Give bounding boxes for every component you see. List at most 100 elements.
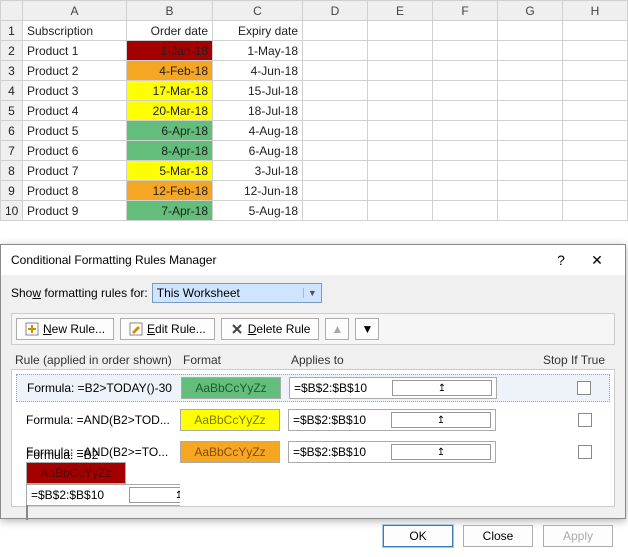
cell[interactable]: [498, 141, 563, 161]
col-header-F[interactable]: F: [433, 1, 498, 21]
new-rule-button[interactable]: New Rule...: [16, 318, 114, 340]
cell[interactable]: [303, 81, 368, 101]
col-header-G[interactable]: G: [498, 1, 563, 21]
corner-cell[interactable]: [1, 1, 23, 21]
cell[interactable]: [433, 21, 498, 41]
row-header[interactable]: 9: [1, 181, 23, 201]
applies-to-input[interactable]: =$B$2:$B$10↥: [26, 484, 180, 506]
cell[interactable]: [433, 81, 498, 101]
cell[interactable]: 12-Feb-18: [127, 181, 213, 201]
cell[interactable]: [563, 121, 628, 141]
spreadsheet-grid[interactable]: A B C D E F G H 1 Subscription Order dat…: [0, 0, 628, 221]
cell[interactable]: [433, 41, 498, 61]
cell[interactable]: [498, 61, 563, 81]
cell[interactable]: [563, 101, 628, 121]
cell[interactable]: [303, 61, 368, 81]
cell[interactable]: [563, 141, 628, 161]
cell[interactable]: 1-May-18: [213, 41, 303, 61]
cell[interactable]: Product 7: [23, 161, 127, 181]
cell[interactable]: [433, 61, 498, 81]
col-header-A[interactable]: A: [23, 1, 127, 21]
cell[interactable]: 1-Jan-18: [127, 41, 213, 61]
cell[interactable]: 3-Jul-18: [213, 161, 303, 181]
applies-to-input[interactable]: =$B$2:$B$10↥: [289, 377, 497, 399]
cell[interactable]: [303, 161, 368, 181]
row-header[interactable]: 5: [1, 101, 23, 121]
cell[interactable]: [498, 41, 563, 61]
rule-row[interactable]: Formula: =B2AaBbCcYyZz=$B$2:$B$10↥: [16, 470, 610, 498]
cell[interactable]: 6-Aug-18: [213, 141, 303, 161]
cell[interactable]: [368, 181, 433, 201]
col-header-B[interactable]: B: [127, 1, 213, 21]
cell[interactable]: [368, 101, 433, 121]
stop-if-true-checkbox[interactable]: [578, 413, 592, 427]
close-button[interactable]: ✕: [579, 252, 615, 269]
cell[interactable]: [303, 21, 368, 41]
cell[interactable]: [303, 141, 368, 161]
row-header[interactable]: 3: [1, 61, 23, 81]
range-picker-icon[interactable]: ↥: [391, 412, 491, 428]
cell[interactable]: [368, 21, 433, 41]
cell[interactable]: Product 4: [23, 101, 127, 121]
cell[interactable]: [498, 81, 563, 101]
row-header[interactable]: 10: [1, 201, 23, 221]
cell[interactable]: [563, 181, 628, 201]
applies-to-input[interactable]: =$B$2:$B$10↥: [288, 409, 496, 431]
cell[interactable]: Product 2: [23, 61, 127, 81]
cell[interactable]: Product 8: [23, 181, 127, 201]
cell[interactable]: 15-Jul-18: [213, 81, 303, 101]
cell[interactable]: [498, 181, 563, 201]
cell[interactable]: [303, 181, 368, 201]
cell[interactable]: [433, 121, 498, 141]
help-button[interactable]: ?: [543, 252, 579, 268]
cell[interactable]: Expiry date: [213, 21, 303, 41]
edit-rule-button[interactable]: Edit Rule...: [120, 318, 215, 340]
cell[interactable]: Product 9: [23, 201, 127, 221]
cell[interactable]: Product 1: [23, 41, 127, 61]
range-picker-icon[interactable]: ↥: [129, 487, 180, 503]
cell[interactable]: [368, 41, 433, 61]
cell[interactable]: 4-Jun-18: [213, 61, 303, 81]
cell[interactable]: [368, 161, 433, 181]
cell[interactable]: [303, 121, 368, 141]
row-header[interactable]: 6: [1, 121, 23, 141]
cell[interactable]: [498, 121, 563, 141]
col-header-H[interactable]: H: [563, 1, 628, 21]
apply-button[interactable]: Apply: [543, 525, 613, 547]
cell[interactable]: [563, 41, 628, 61]
cell[interactable]: 4-Feb-18: [127, 61, 213, 81]
cell[interactable]: 20-Mar-18: [127, 101, 213, 121]
dialog-titlebar[interactable]: Conditional Formatting Rules Manager ? ✕: [1, 245, 625, 275]
cell[interactable]: [498, 21, 563, 41]
cell[interactable]: Product 5: [23, 121, 127, 141]
col-header-C[interactable]: C: [213, 1, 303, 21]
move-down-button[interactable]: ▼: [355, 318, 379, 340]
row-header[interactable]: 7: [1, 141, 23, 161]
cell[interactable]: 6-Apr-18: [127, 121, 213, 141]
cell[interactable]: 18-Jul-18: [213, 101, 303, 121]
cell[interactable]: [433, 201, 498, 221]
col-header-D[interactable]: D: [303, 1, 368, 21]
row-header[interactable]: 8: [1, 161, 23, 181]
cell[interactable]: 8-Apr-18: [127, 141, 213, 161]
cell[interactable]: [563, 21, 628, 41]
cell[interactable]: Product 6: [23, 141, 127, 161]
cell[interactable]: 12-Jun-18: [213, 181, 303, 201]
cell[interactable]: [498, 101, 563, 121]
row-header[interactable]: 2: [1, 41, 23, 61]
cell[interactable]: [498, 161, 563, 181]
cell[interactable]: [368, 141, 433, 161]
rule-row[interactable]: Formula: =AND(B2>TOD...AaBbCcYyZz=$B$2:$…: [16, 406, 610, 434]
ok-button[interactable]: OK: [383, 525, 453, 547]
stop-if-true-checkbox[interactable]: [577, 381, 591, 395]
cell[interactable]: 5-Mar-18: [127, 161, 213, 181]
stop-if-true-checkbox[interactable]: [578, 445, 592, 459]
cell[interactable]: [303, 41, 368, 61]
range-picker-icon[interactable]: ↥: [391, 444, 491, 460]
range-picker-icon[interactable]: ↥: [392, 380, 492, 396]
cell[interactable]: [563, 161, 628, 181]
cell[interactable]: [433, 141, 498, 161]
cell[interactable]: [563, 61, 628, 81]
stop-if-true-checkbox[interactable]: [26, 505, 28, 520]
cell[interactable]: [303, 201, 368, 221]
